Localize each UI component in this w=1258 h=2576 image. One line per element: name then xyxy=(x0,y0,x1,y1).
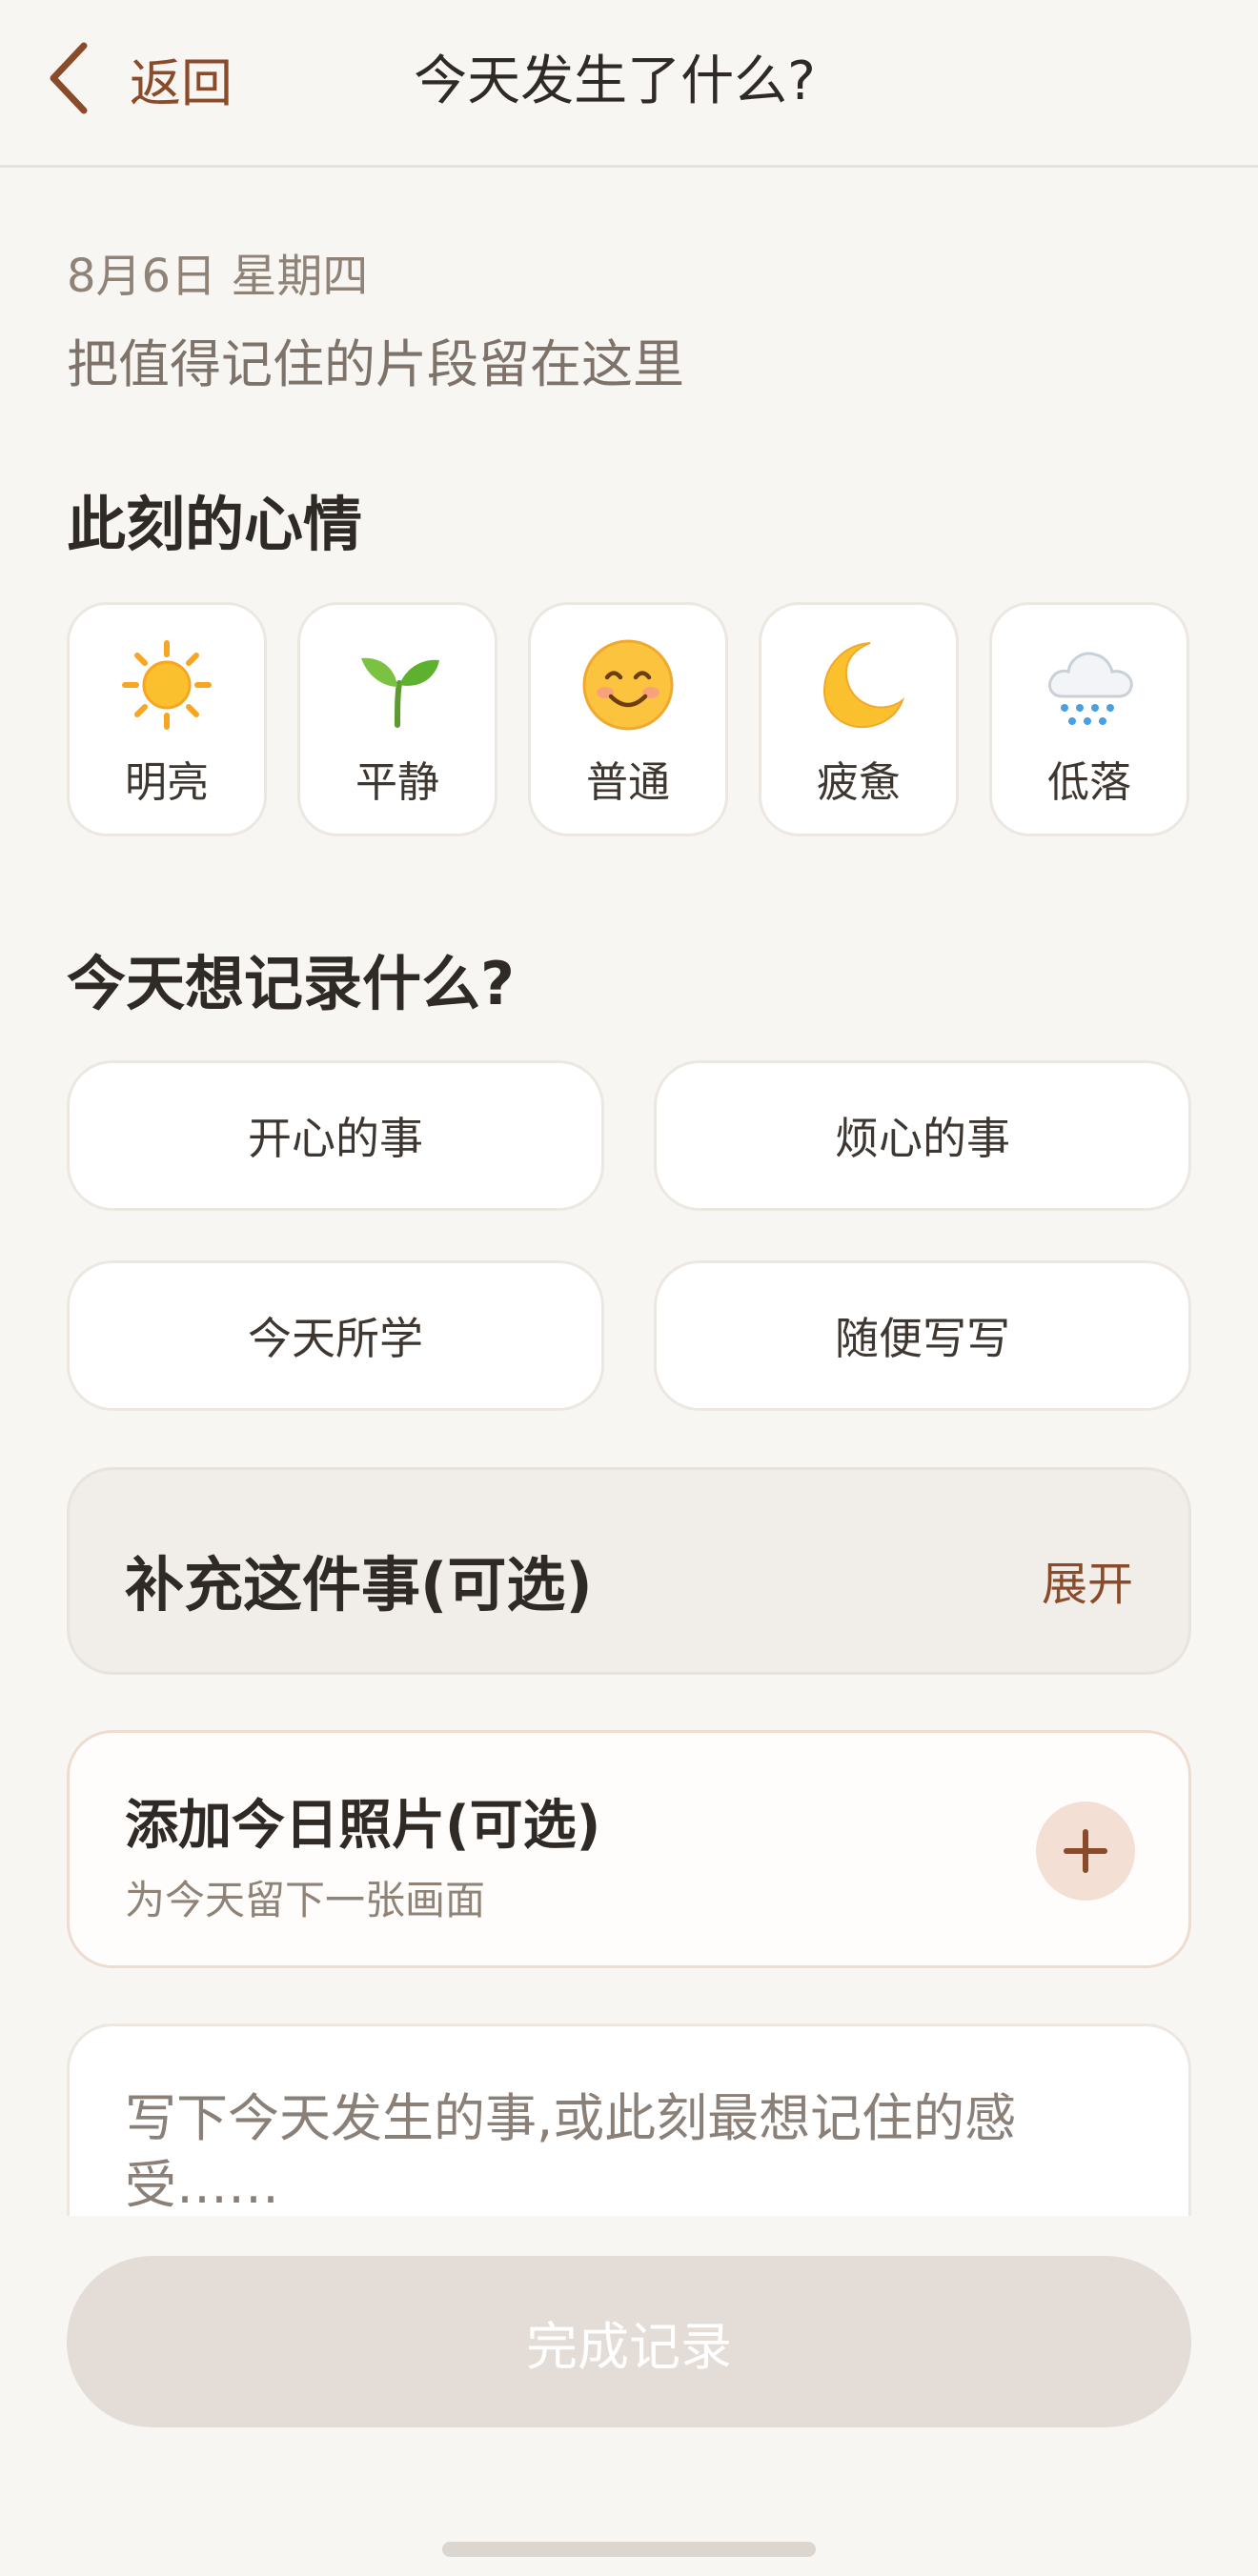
mood-option-bright[interactable]: 明亮 xyxy=(67,602,267,836)
top-bar: 返回 今天发生了什么? xyxy=(0,0,1258,168)
mood-section-title: 此刻的心情 xyxy=(67,490,363,559)
page-title: 今天发生了什么? xyxy=(414,50,816,112)
mood-option-normal[interactable]: 普通 xyxy=(528,602,728,836)
note-placeholder: 写下今天发生的事,或此刻最想记住的感受…… xyxy=(125,2088,1017,2215)
plus-icon xyxy=(1036,1801,1135,1901)
page-subtitle: 把值得记住的片段留在这里 xyxy=(67,334,684,394)
add-photo-button[interactable] xyxy=(1036,1801,1135,1901)
record-option-happy[interactable]: 开心的事 xyxy=(67,1060,604,1211)
mood-picker: 明亮 平静 普通 疲惫 低落 xyxy=(67,602,1191,838)
record-option-annoying[interactable]: 烦心的事 xyxy=(654,1060,1191,1211)
expand-toggle[interactable]: 展开 xyxy=(1042,1546,1133,1613)
mood-label: 平静 xyxy=(355,758,439,807)
record-option-freewrite[interactable]: 随便写写 xyxy=(654,1260,1191,1411)
supplement-title: 补充这件事(可选) xyxy=(125,1550,593,1620)
mood-label: 低落 xyxy=(1047,758,1131,807)
home-indicator[interactable] xyxy=(442,2542,816,2557)
record-option-learned[interactable]: 今天所学 xyxy=(67,1260,604,1411)
supplement-panel[interactable]: 补充这件事(可选) 展开 xyxy=(67,1467,1191,1675)
mood-option-tired[interactable]: 疲惫 xyxy=(759,602,959,836)
complete-record-button[interactable]: 完成记录 xyxy=(67,2256,1191,2427)
bottom-action-bar: 完成记录 xyxy=(0,2216,1258,2576)
smiling-face-icon xyxy=(531,637,725,733)
mood-label: 明亮 xyxy=(125,758,209,807)
record-section-title: 今天想记录什么? xyxy=(67,949,515,1018)
crescent-moon-icon xyxy=(761,637,956,733)
rain-cloud-icon xyxy=(992,637,1187,733)
sun-icon xyxy=(70,637,264,733)
seedling-icon xyxy=(300,637,495,733)
mood-label: 普通 xyxy=(586,758,670,807)
mood-option-calm[interactable]: 平静 xyxy=(297,602,497,836)
photo-hint: 为今天留下一张画面 xyxy=(125,1877,486,1923)
mood-option-low[interactable]: 低落 xyxy=(989,602,1189,836)
add-photo-card[interactable]: 添加今日照片(可选) 为今天留下一张画面 xyxy=(67,1730,1191,1968)
mood-label: 疲惫 xyxy=(817,758,901,807)
photo-title: 添加今日照片(可选) xyxy=(125,1795,601,1857)
entry-date: 8月6日 星期四 xyxy=(67,250,369,303)
